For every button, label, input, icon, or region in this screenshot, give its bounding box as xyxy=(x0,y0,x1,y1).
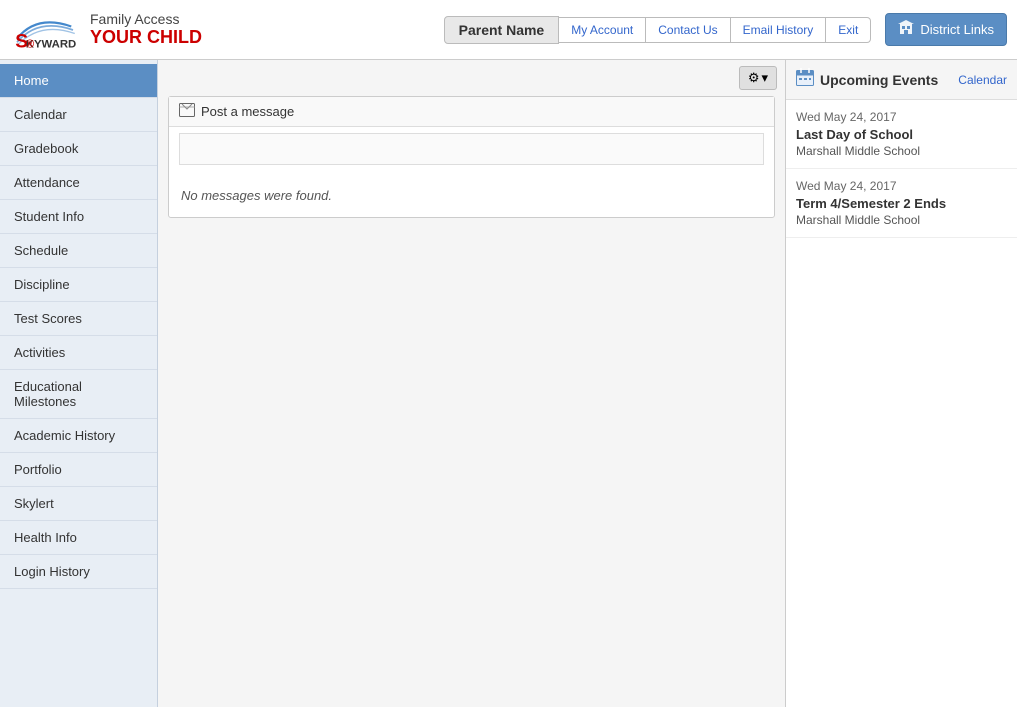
family-access-label: Family Access xyxy=(90,11,202,27)
sidebar-item-schedule[interactable]: Schedule xyxy=(0,234,157,268)
gear-icon: ⚙ xyxy=(748,70,760,86)
no-messages-text: No messages were found. xyxy=(169,174,774,217)
sidebar-item-calendar[interactable]: Calendar xyxy=(0,98,157,132)
exit-link[interactable]: Exit xyxy=(826,18,870,42)
gear-dropdown-icon: ▾ xyxy=(761,70,768,86)
post-message-label: Post a message xyxy=(201,104,294,119)
events-header-left: Upcoming Events xyxy=(796,68,938,91)
top-bar: S KYWARD ® Family Access YOUR CHILD Pare… xyxy=(0,0,1017,60)
skyward-logo: S KYWARD ® xyxy=(10,10,80,50)
event-title-2: Term 4/Semester 2 Ends xyxy=(796,196,1007,211)
post-message-icon xyxy=(179,103,195,120)
my-account-link[interactable]: My Account xyxy=(559,18,646,42)
content-toolbar: ⚙ ▾ xyxy=(158,60,785,96)
sidebar-item-login-history[interactable]: Login History xyxy=(0,555,157,589)
event-school-2: Marshall Middle School xyxy=(796,213,1007,227)
contact-us-link[interactable]: Contact Us xyxy=(646,18,730,42)
logo-section: S KYWARD ® Family Access YOUR CHILD xyxy=(10,10,202,50)
event-item-2: Wed May 24, 2017 Term 4/Semester 2 Ends … xyxy=(786,169,1017,238)
gear-button[interactable]: ⚙ ▾ xyxy=(739,66,777,90)
sidebar-item-educational-milestones[interactable]: Educational Milestones xyxy=(0,370,157,419)
svg-text:®: ® xyxy=(26,38,35,50)
events-header: Upcoming Events Calendar xyxy=(786,60,1017,100)
sidebar-item-gradebook[interactable]: Gradebook xyxy=(0,132,157,166)
sidebar: Home Calendar Gradebook Attendance Stude… xyxy=(0,60,158,707)
message-area: Post a message No messages were found. xyxy=(168,96,775,218)
event-school-1: Marshall Middle School xyxy=(796,144,1007,158)
event-date-2: Wed May 24, 2017 xyxy=(796,179,1007,193)
logo-text: Family Access YOUR CHILD xyxy=(90,11,202,48)
calendar-link[interactable]: Calendar xyxy=(958,73,1007,87)
sidebar-item-discipline[interactable]: Discipline xyxy=(0,268,157,302)
main-layout: Home Calendar Gradebook Attendance Stude… xyxy=(0,60,1017,707)
sidebar-item-health-info[interactable]: Health Info xyxy=(0,521,157,555)
sidebar-item-skylert[interactable]: Skylert xyxy=(0,487,157,521)
sidebar-item-home[interactable]: Home xyxy=(0,64,157,98)
email-history-link[interactable]: Email History xyxy=(731,18,827,42)
content-area: ⚙ ▾ Post a message No messages were foun… xyxy=(158,60,785,707)
top-nav: My Account Contact Us Email History Exit xyxy=(559,17,871,43)
upcoming-events-label: Upcoming Events xyxy=(820,72,938,88)
building-icon xyxy=(898,20,914,39)
district-links-label: District Links xyxy=(920,22,994,37)
sidebar-item-test-scores[interactable]: Test Scores xyxy=(0,302,157,336)
sidebar-item-portfolio[interactable]: Portfolio xyxy=(0,453,157,487)
post-message-bar[interactable]: Post a message xyxy=(169,97,774,127)
sidebar-item-attendance[interactable]: Attendance xyxy=(0,166,157,200)
your-child-label: YOUR CHILD xyxy=(90,27,202,48)
top-right: Parent Name My Account Contact Us Email … xyxy=(444,13,1007,46)
event-title-1: Last Day of School xyxy=(796,127,1007,142)
sidebar-item-academic-history[interactable]: Academic History xyxy=(0,419,157,453)
right-panel: Upcoming Events Calendar Wed May 24, 201… xyxy=(785,60,1017,707)
event-item-1: Wed May 24, 2017 Last Day of School Mars… xyxy=(786,100,1017,169)
event-date-1: Wed May 24, 2017 xyxy=(796,110,1007,124)
message-input[interactable] xyxy=(179,133,764,165)
calendar-icon xyxy=(796,68,814,91)
parent-name-badge: Parent Name xyxy=(444,16,560,44)
district-links-button[interactable]: District Links xyxy=(885,13,1007,46)
sidebar-item-student-info[interactable]: Student Info xyxy=(0,200,157,234)
sidebar-item-activities[interactable]: Activities xyxy=(0,336,157,370)
